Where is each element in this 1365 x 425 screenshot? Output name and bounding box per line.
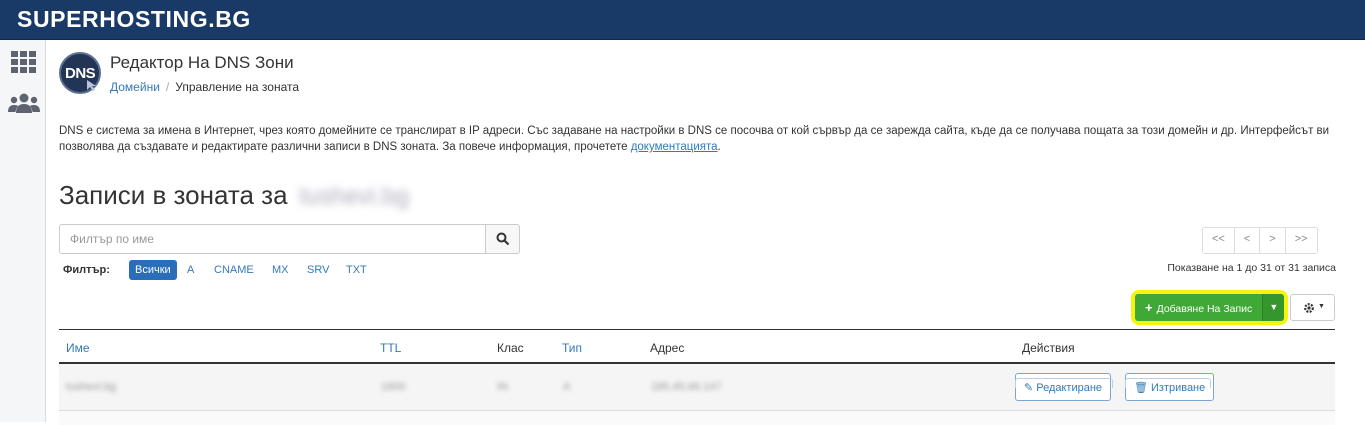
breadcrumb-current: Управление на зоната bbox=[175, 80, 300, 94]
record-name: tushevi.bg bbox=[66, 381, 117, 393]
settings-dropdown-button[interactable]: ▼ bbox=[1290, 294, 1335, 321]
filter-all[interactable]: Всички bbox=[129, 260, 177, 280]
breadcrumb: Домейни / Управление на зоната bbox=[110, 80, 299, 94]
caret-down-icon: ▼ bbox=[1269, 302, 1279, 312]
apps-grid-icon[interactable] bbox=[10, 50, 38, 76]
search-button[interactable] bbox=[485, 224, 520, 254]
edit-record-button-partial[interactable] bbox=[1015, 378, 1113, 388]
gear-icon bbox=[1304, 303, 1314, 313]
records-heading: Записи в зоната за tushevi.bg bbox=[59, 180, 409, 211]
filter-a[interactable]: A bbox=[181, 260, 200, 280]
caret-down-icon: ▼ bbox=[1318, 303, 1325, 310]
search-group bbox=[59, 224, 520, 254]
intro-suffix: . bbox=[717, 141, 721, 153]
filter-label: Филтър: bbox=[63, 264, 110, 276]
filter-cname[interactable]: CNAME bbox=[208, 260, 260, 280]
search-icon bbox=[496, 232, 510, 246]
cursor-icon bbox=[87, 80, 96, 91]
page-prev-button[interactable]: < bbox=[1233, 228, 1259, 253]
zone-domain: tushevi.bg bbox=[299, 183, 409, 210]
top-bar: SUPERHOSTING.BG bbox=[0, 0, 1365, 40]
filter-mx[interactable]: MX bbox=[266, 260, 295, 280]
column-header-actions: Действия bbox=[1022, 341, 1075, 355]
record-ttl: 1800 bbox=[381, 381, 406, 393]
table-row-partial bbox=[59, 411, 1335, 425]
delete-record-button-partial[interactable] bbox=[1125, 378, 1211, 388]
column-header-type[interactable]: Тип bbox=[562, 341, 582, 355]
showing-count: Показване на 1 до 31 от 31 записа bbox=[1167, 262, 1336, 274]
filter-srv[interactable]: SRV bbox=[301, 260, 335, 280]
page-first-button[interactable]: << bbox=[1203, 228, 1234, 253]
column-header-ttl[interactable]: TTL bbox=[380, 341, 401, 355]
intro-paragraph: DNS е система за имена в Интернет, чрез … bbox=[59, 123, 1349, 155]
record-type: A bbox=[563, 381, 571, 393]
add-record-label: Добавяне На Запис bbox=[1156, 303, 1253, 315]
record-address: 185.45.66.147 bbox=[651, 381, 722, 393]
page-last-button[interactable]: >> bbox=[1284, 228, 1317, 253]
column-header-name[interactable]: Име bbox=[66, 341, 90, 355]
page-title: Редактор На DNS Зони bbox=[110, 53, 294, 72]
table-top-border bbox=[59, 329, 1335, 330]
sidebar bbox=[0, 40, 46, 422]
dns-logo: DNS bbox=[59, 52, 101, 94]
filter-txt[interactable]: TXT bbox=[340, 260, 373, 280]
add-record-group: + Добавяне На Запис ▼ bbox=[1135, 294, 1285, 321]
breadcrumb-domains-link[interactable]: Домейни bbox=[110, 80, 160, 94]
users-icon[interactable] bbox=[8, 92, 40, 118]
column-header-address: Адрес bbox=[650, 341, 685, 355]
breadcrumb-separator: / bbox=[165, 80, 170, 94]
pagination: << < > >> bbox=[1202, 227, 1318, 254]
search-input[interactable] bbox=[59, 224, 486, 254]
records-heading-text: Записи в зоната за bbox=[59, 180, 288, 210]
record-class: IN bbox=[497, 381, 508, 393]
page-next-button[interactable]: > bbox=[1259, 228, 1284, 253]
brand-logo[interactable]: SUPERHOSTING.BG bbox=[17, 6, 251, 33]
main-content: DNS Редактор На DNS Зони Домейни / Управле… bbox=[46, 40, 1365, 425]
add-record-dropdown-button[interactable]: ▼ bbox=[1262, 294, 1285, 321]
plus-icon: + bbox=[1145, 300, 1153, 315]
column-header-class: Клас bbox=[497, 341, 524, 355]
add-record-button[interactable]: + Добавяне На Запис bbox=[1135, 294, 1263, 321]
documentation-link[interactable]: документацията bbox=[631, 141, 718, 153]
